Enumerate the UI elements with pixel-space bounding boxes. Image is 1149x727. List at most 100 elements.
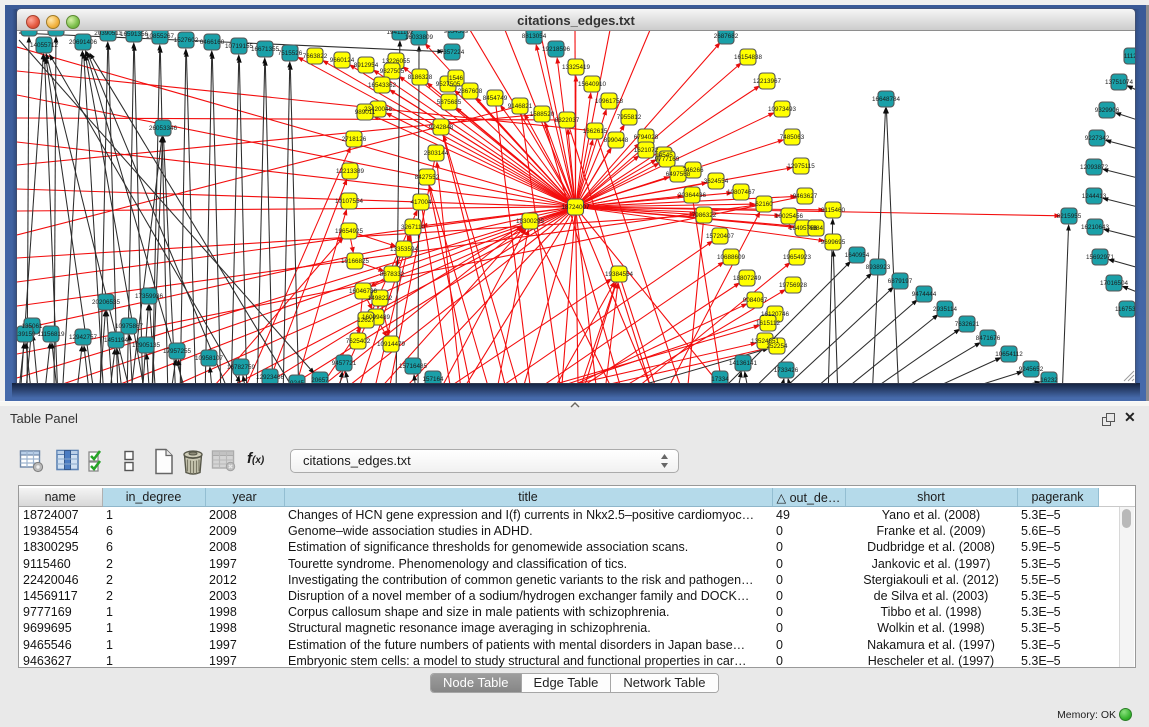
svg-text:20364436: 20364436 [678, 192, 707, 199]
svg-text:15720407: 15720407 [706, 233, 735, 240]
svg-text:16648784: 16648784 [872, 96, 901, 103]
svg-text:5875685: 5875685 [437, 99, 462, 106]
svg-text:1588520: 1588520 [530, 111, 555, 118]
svg-text:9146821: 9146821 [508, 103, 533, 110]
svg-text:9777169: 9777169 [655, 156, 680, 163]
svg-text:8938923: 8938923 [866, 264, 891, 271]
svg-text:3267110: 3267110 [401, 224, 426, 231]
svg-text:62160: 62160 [755, 201, 773, 208]
svg-text:26053346: 26053346 [149, 125, 178, 132]
svg-text:9527505: 9527505 [436, 81, 461, 88]
svg-text:8471676: 8471676 [976, 335, 1001, 342]
svg-text:10961758: 10961758 [595, 98, 624, 105]
svg-text:12093872: 12093872 [1080, 164, 1109, 171]
svg-text:1546: 1546 [449, 75, 464, 82]
svg-text:8990448: 8990448 [604, 137, 629, 144]
svg-text:10855267: 10855267 [146, 33, 175, 40]
svg-text:157164: 157164 [422, 376, 444, 383]
svg-text:9699695: 9699695 [821, 239, 846, 246]
svg-text:2687682: 2687682 [714, 33, 739, 40]
svg-text:10973493: 10973493 [768, 106, 797, 113]
svg-text:16782759: 16782759 [227, 364, 256, 371]
svg-text:12627: 12627 [357, 317, 375, 324]
svg-text:989011: 989011 [355, 109, 376, 116]
svg-text:7663822: 7663822 [303, 53, 328, 60]
svg-text:4984: 4984 [809, 225, 824, 232]
svg-text:135061: 135061 [21, 323, 43, 330]
svg-text:13325419: 13325419 [562, 64, 591, 71]
svg-text:18300295: 18300295 [516, 218, 545, 225]
svg-text:14055712: 14055712 [30, 42, 59, 49]
svg-text:1640954: 1640954 [845, 252, 870, 259]
svg-text:9329906: 9329906 [1095, 107, 1120, 114]
svg-text:1733426: 1733426 [774, 367, 799, 374]
svg-text:8322037: 8322037 [555, 117, 580, 124]
svg-text:9457721: 9457721 [332, 360, 357, 367]
svg-text:8427552: 8427552 [415, 174, 440, 181]
svg-text:10688609: 10688609 [717, 254, 746, 261]
svg-text:17016504: 17016504 [1100, 280, 1129, 287]
svg-text:139159: 139159 [17, 331, 36, 338]
svg-text:12975115: 12975115 [787, 163, 815, 170]
svg-text:18807249: 18807249 [733, 275, 762, 282]
svg-text:15716485: 15716485 [399, 363, 428, 370]
svg-text:6497568: 6497568 [666, 171, 691, 178]
svg-text:16120746: 16120746 [761, 311, 790, 318]
svg-text:7632621: 7632621 [955, 321, 980, 328]
svg-text:19384554: 19384554 [605, 271, 634, 278]
svg-text:19218596: 19218596 [542, 46, 571, 53]
svg-text:1527602: 1527602 [174, 37, 199, 44]
svg-text:6794028: 6794028 [634, 134, 659, 141]
svg-text:2867608: 2867608 [458, 88, 483, 95]
svg-text:2055: 2055 [22, 31, 37, 32]
svg-text:9827505: 9827505 [380, 68, 405, 75]
svg-text:8215955: 8215955 [1057, 213, 1082, 220]
svg-text:9227342: 9227342 [1085, 135, 1110, 142]
svg-text:17359936: 17359936 [135, 293, 164, 300]
svg-text:9242848: 9242848 [429, 124, 454, 131]
svg-text:13751074: 13751074 [1105, 79, 1134, 86]
svg-text:7955812: 7955812 [617, 114, 642, 121]
svg-text:19654925: 19654925 [335, 228, 364, 235]
svg-text:16232: 16232 [1040, 377, 1058, 383]
svg-text:8912954: 8912954 [354, 62, 379, 69]
svg-text:19756928: 19756928 [779, 282, 808, 289]
svg-text:9115460: 9115460 [821, 207, 846, 214]
svg-text:16154838: 16154838 [734, 54, 763, 61]
svg-text:1498222: 1498222 [368, 295, 393, 302]
svg-text:13353594: 13353594 [390, 246, 419, 253]
svg-text:7515526: 7515526 [278, 50, 303, 57]
svg-text:10719155: 10719155 [225, 43, 254, 50]
svg-text:9245: 9245 [290, 380, 305, 383]
svg-text:16046736: 16046736 [349, 288, 378, 295]
svg-text:17334: 17334 [711, 376, 729, 383]
svg-text:7625402: 7625402 [346, 338, 371, 345]
svg-text:9084067: 9084067 [743, 297, 768, 304]
svg-text:2718126: 2718126 [342, 136, 367, 143]
svg-text:20657: 20657 [311, 377, 329, 383]
svg-text:252254: 252254 [766, 343, 788, 350]
svg-text:20691406: 20691406 [69, 39, 98, 46]
svg-text:8813054: 8813054 [522, 33, 547, 40]
svg-text:9474444: 9474444 [912, 291, 937, 298]
svg-text:1167533: 1167533 [1115, 306, 1135, 313]
svg-text:10025456: 10025456 [775, 213, 804, 220]
svg-text:10958107: 10958107 [195, 355, 224, 362]
svg-text:1156: 1156 [49, 31, 63, 32]
svg-text:7485063: 7485063 [780, 134, 805, 141]
svg-text:20390511: 20390511 [94, 31, 122, 37]
svg-text:12213389: 12213389 [336, 168, 365, 175]
svg-text:11123: 11123 [1124, 53, 1135, 60]
svg-text:8454749: 8454749 [483, 95, 508, 102]
svg-text:12942757: 12942757 [69, 334, 98, 341]
svg-text:7986322: 7986322 [692, 212, 717, 219]
svg-text:6466160: 6466160 [200, 39, 225, 46]
svg-text:15640910: 15640910 [578, 81, 607, 88]
svg-text:9463627: 9463627 [793, 193, 818, 200]
svg-text:10914479: 10914479 [377, 341, 406, 348]
svg-text:17957255: 17957255 [163, 348, 192, 355]
svg-text:19166825: 19166825 [341, 258, 370, 265]
svg-text:12213967: 12213967 [753, 78, 782, 85]
svg-text:12905135: 12905135 [132, 342, 161, 349]
svg-text:9245652: 9245652 [1019, 366, 1044, 373]
